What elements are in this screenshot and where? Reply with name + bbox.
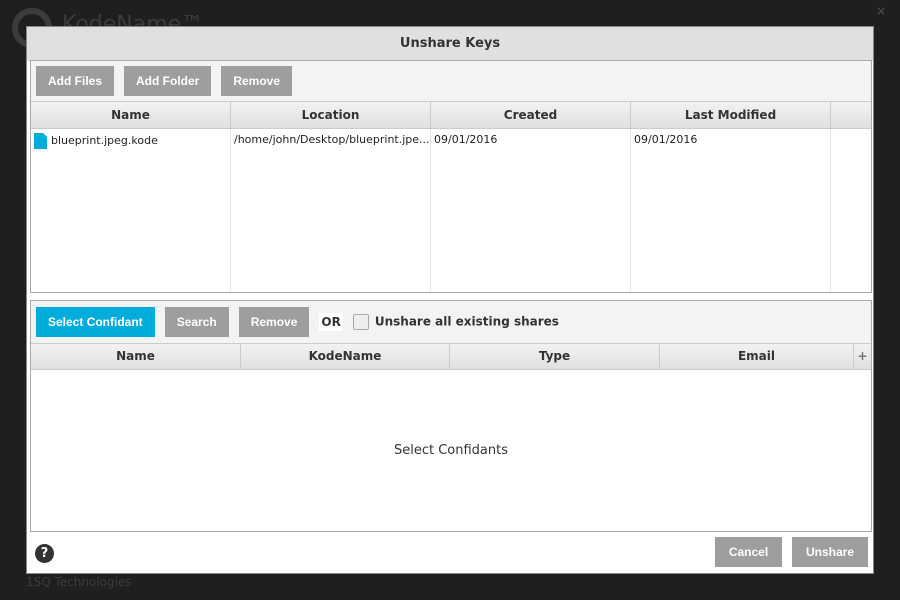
cancel-button[interactable]: Cancel <box>715 537 782 567</box>
confidants-toolbar: Select Confidant Search Remove OR Unshar… <box>31 301 871 344</box>
dialog-title: Unshare Keys <box>27 27 873 61</box>
add-folder-button[interactable]: Add Folder <box>124 66 212 96</box>
col-name[interactable]: Name <box>31 102 231 128</box>
unshare-button[interactable]: Unshare <box>792 537 868 567</box>
select-confidant-button[interactable]: Select Confidant <box>36 307 155 337</box>
file-icon <box>34 133 47 149</box>
col-created[interactable]: Created <box>431 102 631 128</box>
files-toolbar: Add Files Add Folder Remove <box>31 61 871 102</box>
file-location-cell: /home/john/Desktop/blueprint.jpe... <box>234 133 430 146</box>
col-name[interactable]: Name <box>31 344 241 369</box>
files-table-body: blueprint.jpeg.kode /home/john/Desktop/b… <box>31 129 871 292</box>
checkbox-icon[interactable] <box>352 314 369 330</box>
table-row[interactable]: blueprint.jpeg.kode /home/john/Desktop/b… <box>31 129 871 153</box>
or-label: OR <box>319 313 343 331</box>
col-type[interactable]: Type <box>450 344 660 369</box>
col-email[interactable]: Email <box>660 344 854 369</box>
unshare-keys-dialog: Unshare Keys Add Files Add Folder Remove… <box>26 26 874 574</box>
empty-placeholder: Select Confidants <box>393 442 509 458</box>
unshare-all-checkbox[interactable]: Unshare all existing shares <box>352 314 559 330</box>
confidants-panel: Select Confidant Search Remove OR Unshar… <box>30 300 872 532</box>
file-created-cell: 09/01/2016 <box>434 133 498 146</box>
add-column-icon[interactable]: + <box>854 344 871 369</box>
file-modified-cell: 09/01/2016 <box>634 133 698 146</box>
remove-confidant-button[interactable]: Remove <box>238 307 310 337</box>
col-kodename[interactable]: KodeName <box>241 344 450 369</box>
help-icon[interactable]: ? <box>35 544 54 563</box>
add-files-button[interactable]: Add Files <box>36 66 115 96</box>
files-table-header: Name Location Created Last Modified <box>31 102 871 129</box>
close-icon[interactable]: × <box>876 4 886 18</box>
file-name-cell: blueprint.jpeg.kode <box>31 129 231 153</box>
search-button[interactable]: Search <box>164 307 229 337</box>
confidants-table-header: Name KodeName Type Email + <box>31 344 871 370</box>
files-panel: Add Files Add Folder Remove Name Locatio… <box>30 60 872 293</box>
company-label: 1SQ Technologies <box>26 575 132 589</box>
col-last-modified[interactable]: Last Modified <box>631 102 831 128</box>
col-location[interactable]: Location <box>231 102 431 128</box>
remove-files-button[interactable]: Remove <box>221 66 293 96</box>
